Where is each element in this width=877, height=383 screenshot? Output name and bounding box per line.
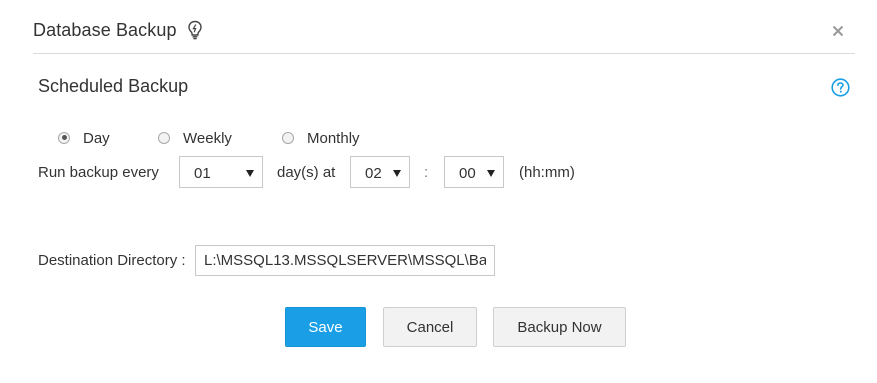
destination-directory-label: Destination Directory : bbox=[38, 252, 186, 269]
radio-day-button[interactable] bbox=[58, 131, 70, 144]
hour-value: 02 bbox=[365, 165, 382, 182]
question-circle-icon[interactable] bbox=[831, 78, 850, 97]
radio-weekly-button[interactable] bbox=[158, 131, 170, 144]
radio-day-label: Day bbox=[83, 130, 110, 147]
backup-now-button[interactable]: Backup Now bbox=[493, 307, 626, 347]
radio-weekly-label: Weekly bbox=[183, 130, 232, 147]
cancel-button[interactable]: Cancel bbox=[383, 307, 477, 347]
radio-monthly-button[interactable] bbox=[282, 131, 294, 144]
header-divider bbox=[33, 53, 855, 54]
chevron-down-icon bbox=[246, 170, 254, 177]
database-backup-dialog: Database Backup Scheduled Backup Day Wee… bbox=[0, 0, 877, 383]
dialog-header: Database Backup bbox=[33, 18, 204, 42]
dialog-title: Database Backup bbox=[33, 19, 177, 40]
minute-value: 00 bbox=[459, 165, 476, 182]
days-at-label: day(s) at bbox=[277, 164, 336, 181]
interval-value: 01 bbox=[194, 165, 211, 182]
save-button[interactable]: Save bbox=[285, 307, 366, 347]
time-format-hint: (hh:mm) bbox=[519, 164, 575, 181]
close-icon[interactable] bbox=[829, 22, 847, 40]
interval-select[interactable]: 01 bbox=[179, 156, 263, 188]
time-separator: : bbox=[424, 164, 429, 181]
minute-select[interactable]: 00 bbox=[444, 156, 504, 188]
schedule-row: Run backup every 01 day(s) at 02 : 00 (h… bbox=[0, 156, 877, 190]
destination-directory-input[interactable] bbox=[195, 245, 495, 276]
run-backup-label: Run backup every bbox=[38, 164, 159, 181]
radio-monthly[interactable]: Monthly bbox=[282, 130, 360, 147]
radio-day[interactable]: Day bbox=[58, 130, 110, 147]
lightbulb-icon[interactable] bbox=[186, 20, 204, 40]
hour-select[interactable]: 02 bbox=[350, 156, 410, 188]
chevron-down-icon bbox=[393, 170, 401, 177]
radio-weekly[interactable]: Weekly bbox=[158, 130, 232, 147]
radio-monthly-label: Monthly bbox=[307, 130, 360, 147]
section-title: Scheduled Backup bbox=[38, 76, 189, 96]
chevron-down-icon bbox=[487, 170, 495, 177]
